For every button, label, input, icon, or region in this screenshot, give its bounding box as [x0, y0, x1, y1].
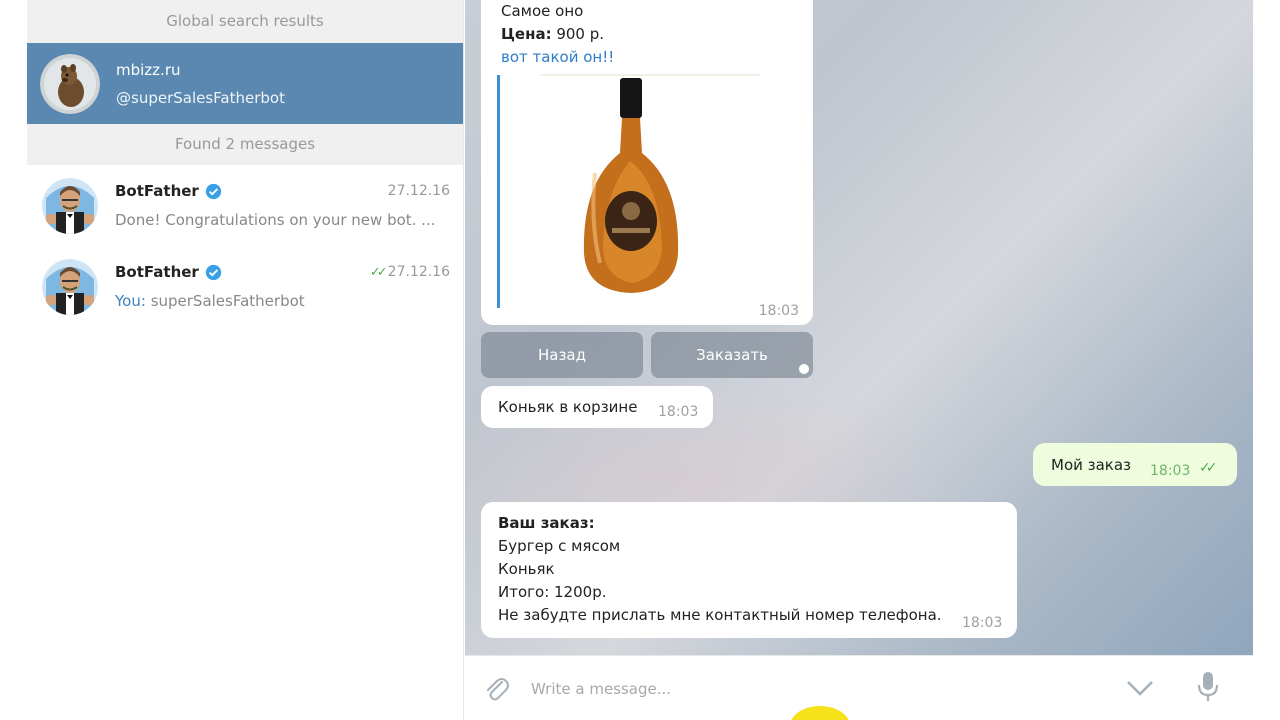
microphone-icon[interactable] [1195, 670, 1221, 704]
read-checks-icon: ✓✓ [1199, 460, 1218, 476]
window-left-edge [0, 0, 27, 720]
list-item[interactable]: BotFather ✓✓ 27.12.16 You: superSalesFat… [27, 246, 463, 327]
message-time: 18:03 [758, 303, 799, 319]
message-input[interactable] [531, 674, 1091, 704]
message-preview: Done! Congratulations on your new bot. .… [115, 211, 436, 229]
read-checks-icon: ✓✓ [369, 264, 388, 280]
botfather-avatar [42, 258, 98, 315]
message-time: 18:03 [1150, 463, 1191, 479]
message-time: 18:03 [658, 404, 699, 420]
paperclip-icon[interactable] [482, 673, 510, 703]
order-button[interactable]: Заказать [651, 332, 813, 378]
cognac-bottle-image[interactable] [520, 73, 800, 303]
message-sender: BotFather [115, 263, 199, 281]
message-time: 18:03 [962, 615, 1003, 631]
cart-message: Коньяк в корзине 18:03 [481, 386, 713, 428]
product-caption: Самое оно [501, 2, 584, 20]
message-date: 27.12.16 [387, 264, 450, 280]
result-handle: @superSalesFatherbot [116, 88, 285, 107]
bot-avatar [40, 53, 100, 114]
order-total: Итого: 1200р. [498, 583, 607, 601]
order-title: Ваш заказ: [498, 514, 595, 532]
product-link[interactable]: вот такой он!! [501, 48, 614, 66]
order-line: Коньяк [498, 560, 555, 578]
product-message: Самое оно Цена: 900 р. вот такой он!! 18… [481, 0, 813, 325]
message-sender: BotFather [115, 182, 199, 200]
telegram-window: Global search results mbizz.ru @superSal… [0, 0, 1280, 720]
message-composer [465, 655, 1253, 720]
order-summary-message: Ваш заказ: Бургер с мясом Коньяк Итого: … [481, 502, 1017, 638]
cart-text: Коньяк в корзине [498, 398, 638, 416]
order-note: Не забудте прислать мне контактный номер… [498, 606, 942, 624]
outgoing-text: Мой заказ [1051, 456, 1132, 474]
message-date: 27.12.16 [387, 183, 450, 199]
web-preview-bar [497, 75, 500, 308]
chat-history[interactable]: Самое оно Цена: 900 р. вот такой он!! 18… [465, 0, 1253, 655]
global-search-header: Global search results [27, 0, 463, 43]
message-preview: You: superSalesFatherbot [115, 292, 305, 310]
global-result-item[interactable]: mbizz.ru @superSalesFatherbot [27, 43, 463, 124]
pending-clock-icon [798, 363, 810, 375]
chevron-down-icon[interactable] [1125, 676, 1155, 700]
verified-icon [205, 264, 222, 281]
search-panel: Global search results mbizz.ru @superSal… [27, 0, 464, 720]
verified-icon [205, 183, 222, 200]
found-messages-header: Found 2 messages [27, 124, 463, 165]
product-price: Цена: 900 р. [501, 25, 605, 43]
result-name: mbizz.ru [116, 60, 181, 79]
botfather-avatar [42, 177, 98, 234]
order-line: Бургер с мясом [498, 537, 621, 555]
order-button-label: Заказать [696, 346, 768, 364]
window-right-edge [1253, 0, 1280, 720]
list-item[interactable]: BotFather 27.12.16 Done! Congratulations… [27, 165, 463, 246]
back-button[interactable]: Назад [481, 332, 643, 378]
outgoing-message: Мой заказ 18:03 ✓✓ [1033, 443, 1237, 486]
